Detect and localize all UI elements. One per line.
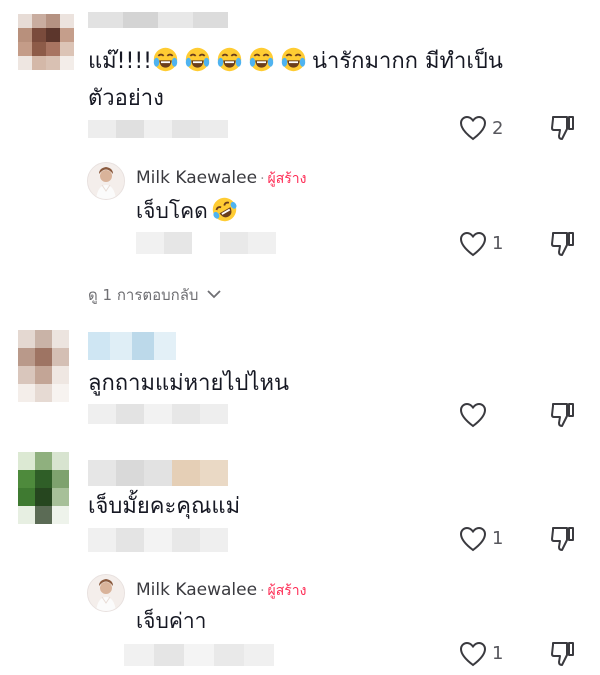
comment-text-start: แม๊!!!! [88, 49, 152, 74]
comment-text-line2: ตัวอย่าง [88, 86, 164, 111]
person-avatar-icon [88, 163, 124, 199]
reply-text: เจ็บค่าา [136, 609, 207, 633]
reply-text-content: เจ็บโคด [136, 199, 208, 223]
creator-avatar[interactable] [87, 162, 125, 200]
person-avatar-icon [88, 575, 124, 611]
tears-of-joy-emoji-icon [249, 47, 274, 72]
comment-meta-blurred [88, 120, 228, 138]
laugh-emoji-row [152, 47, 312, 74]
tears-of-joy-emoji-icon [217, 47, 242, 72]
heart-outline-icon[interactable] [459, 231, 487, 257]
like-count: 1 [492, 643, 504, 664]
thumbs-down-icon[interactable] [550, 114, 576, 142]
tears-of-joy-emoji-icon [185, 47, 210, 72]
username-blurred[interactable] [88, 460, 228, 486]
comment-text-end: น่ารักมากก มีทำเป็น [311, 49, 503, 74]
separator-dot: · [260, 171, 265, 187]
separator-dot: · [260, 583, 265, 599]
username: Milk Kaewalee [136, 580, 258, 600]
reply-meta-blurred [136, 232, 276, 254]
rolling-on-floor-laughing-emoji-icon [212, 197, 237, 222]
heart-outline-icon[interactable] [459, 402, 487, 428]
heart-outline-icon[interactable] [459, 526, 487, 552]
reply-meta-blurred [124, 644, 274, 666]
heart-outline-icon[interactable] [459, 115, 487, 141]
chevron-down-icon [207, 290, 221, 299]
avatar[interactable] [18, 330, 70, 402]
like-count: 1 [492, 528, 504, 549]
avatar[interactable] [18, 14, 74, 70]
tears-of-joy-emoji-icon [281, 47, 306, 72]
view-replies-link[interactable]: ดู 1 การตอบกลับ [88, 283, 222, 307]
avatar[interactable] [18, 452, 70, 524]
comment-meta-blurred [88, 404, 228, 424]
thumbs-down-icon[interactable] [550, 230, 576, 258]
thumbs-down-icon[interactable] [550, 640, 576, 668]
comment-text: แม๊!!!! น่ารักมากก มีทำเป็น [88, 46, 503, 77]
thumbs-down-icon[interactable] [550, 401, 576, 429]
username: Milk Kaewalee [136, 168, 258, 188]
view-replies-label: ดู 1 การตอบกลับ [88, 286, 199, 304]
heart-outline-icon[interactable] [459, 641, 487, 667]
reply-author[interactable]: Milk Kaewalee · ผู้สร้าง [136, 580, 306, 602]
like-count: 2 [492, 118, 504, 139]
creator-badge: ผู้สร้าง [267, 171, 307, 187]
creator-badge: ผู้สร้าง [267, 583, 307, 599]
username-blurred[interactable] [88, 332, 176, 360]
reply-author[interactable]: Milk Kaewalee · ผู้สร้าง [136, 168, 306, 190]
creator-avatar[interactable] [87, 574, 125, 612]
comment-text: ลูกถามแม่หายไปไหน [88, 371, 290, 396]
reply-text: เจ็บโคด [136, 196, 243, 226]
like-count: 1 [492, 233, 504, 254]
comment-text: เจ็บมั้ยคะคุณแม่ [88, 494, 241, 519]
tears-of-joy-emoji-icon [153, 47, 178, 72]
comment-meta-blurred [88, 528, 228, 552]
username-blurred[interactable] [88, 12, 228, 28]
thumbs-down-icon[interactable] [550, 525, 576, 553]
